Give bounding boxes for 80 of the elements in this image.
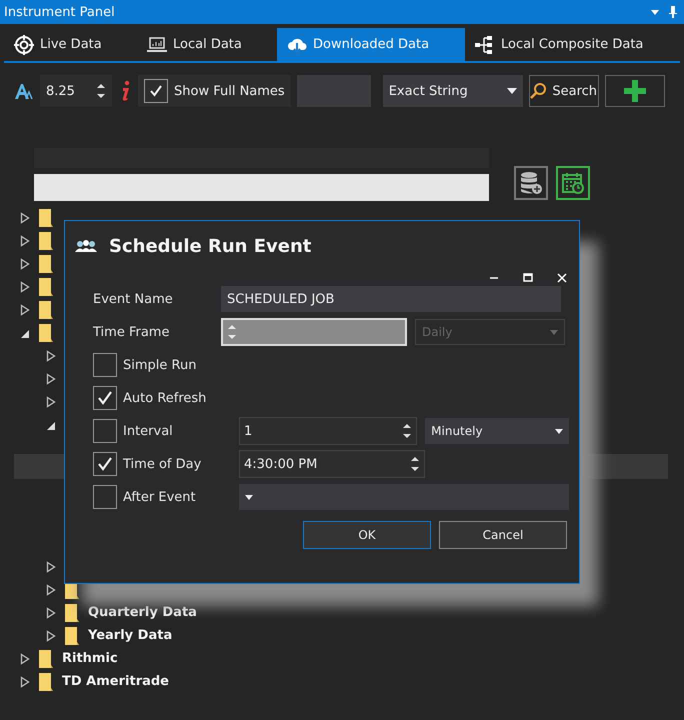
spin-arrows-icon xyxy=(96,82,106,100)
expand-arrow-icon[interactable] xyxy=(46,630,56,642)
tree-item[interactable]: TD Ameritrade xyxy=(62,674,169,689)
expand-arrow-icon[interactable] xyxy=(46,372,56,384)
close-icon xyxy=(557,273,567,283)
spin-arrows-icon xyxy=(402,422,412,440)
folder-icon xyxy=(38,648,54,668)
filter-field[interactable] xyxy=(34,174,489,201)
calendar-clock-icon xyxy=(561,171,585,195)
expand-arrow-icon[interactable] xyxy=(20,652,30,664)
tree-item[interactable]: Quarterly Data xyxy=(88,605,197,620)
tree-item[interactable]: Yearly Data xyxy=(88,628,172,643)
cancel-button[interactable]: Cancel xyxy=(439,521,567,549)
add-button[interactable] xyxy=(604,75,665,107)
target-icon xyxy=(14,34,34,54)
dropdown-arrow-icon xyxy=(506,88,517,94)
event-name-field[interactable]: SCHEDULED JOB xyxy=(221,286,561,312)
expand-arrow-icon[interactable] xyxy=(20,676,30,688)
expand-arrow-icon[interactable] xyxy=(46,350,56,362)
expand-arrow-icon[interactable] xyxy=(20,234,30,246)
folder-icon xyxy=(38,276,54,296)
checkbox[interactable]: After Event xyxy=(93,485,231,509)
spin-arrows-icon xyxy=(410,455,420,473)
dropdown-arrow-icon xyxy=(550,330,558,334)
folder-icon xyxy=(64,626,80,646)
spinner-field[interactable]: 4:30:00 PM xyxy=(239,450,425,478)
folder-icon xyxy=(38,208,54,228)
dropdown-arrow-icon xyxy=(245,494,253,500)
checkmark-icon xyxy=(149,84,163,98)
hierarchy-icon xyxy=(475,34,495,54)
search-field[interactable] xyxy=(296,75,371,107)
folder-icon xyxy=(38,672,54,692)
dropdown-icon xyxy=(650,8,660,16)
font-size-icon xyxy=(14,81,34,101)
tab[interactable]: Local Composite Data xyxy=(465,28,675,61)
search-button[interactable]: Search xyxy=(528,75,599,107)
expand-arrow-icon[interactable] xyxy=(20,304,30,316)
checkbox[interactable]: Simple Run xyxy=(93,353,231,377)
field-label: Time Frame xyxy=(93,324,170,340)
expand-arrow-icon[interactable] xyxy=(46,584,56,596)
ok-button[interactable]: OK xyxy=(303,521,431,549)
checkbox[interactable]: Interval xyxy=(93,419,231,443)
folder-icon xyxy=(38,254,54,274)
expand-arrow-icon[interactable] xyxy=(20,212,30,224)
expand-arrow-icon[interactable] xyxy=(20,280,30,292)
plus-icon xyxy=(624,80,646,102)
laptop-icon xyxy=(147,34,167,54)
folder-icon xyxy=(38,322,54,342)
dropdown[interactable]: Minutely xyxy=(425,418,569,444)
expand-arrow-icon[interactable] xyxy=(46,396,56,408)
people-icon xyxy=(75,239,97,253)
checkmark-icon xyxy=(97,390,113,406)
add-database-button[interactable] xyxy=(514,166,548,200)
database-icon xyxy=(519,171,543,195)
tab[interactable]: Downloaded Data xyxy=(277,28,465,61)
font-size-spinner[interactable]: 8.25 xyxy=(40,75,112,107)
tab[interactable]: Local Data xyxy=(137,28,277,61)
checkbox[interactable]: Time of Day xyxy=(93,452,231,476)
dropdown-arrow-icon xyxy=(555,428,563,434)
panel-title: Instrument Panel xyxy=(4,4,115,20)
folder-icon xyxy=(38,230,54,250)
maximize-icon xyxy=(523,273,533,283)
spin-arrows-icon xyxy=(227,323,237,341)
search-icon xyxy=(530,82,548,100)
folder-icon xyxy=(38,300,54,320)
expand-arrow-icon[interactable] xyxy=(20,258,30,270)
tab[interactable]: Live Data xyxy=(4,28,137,61)
checkmark-icon xyxy=(97,456,113,472)
tree-item[interactable]: Rithmic xyxy=(62,651,118,666)
search-mode-dropdown[interactable]: Exact String xyxy=(382,75,523,107)
checkbox[interactable]: Auto Refresh xyxy=(93,386,231,410)
dialog-title: Schedule Run Event xyxy=(109,236,312,256)
expand-arrow-icon[interactable] xyxy=(46,560,56,572)
spinner-field[interactable]: 1 xyxy=(239,417,418,445)
folder-icon xyxy=(64,602,80,622)
field-label: Event Name xyxy=(93,292,174,306)
schedule-button[interactable] xyxy=(556,166,590,200)
expand-arrow-icon[interactable] xyxy=(46,606,56,618)
show-full-names-checkbox[interactable]: Show Full Names xyxy=(138,75,291,107)
pin-icon xyxy=(668,5,678,19)
